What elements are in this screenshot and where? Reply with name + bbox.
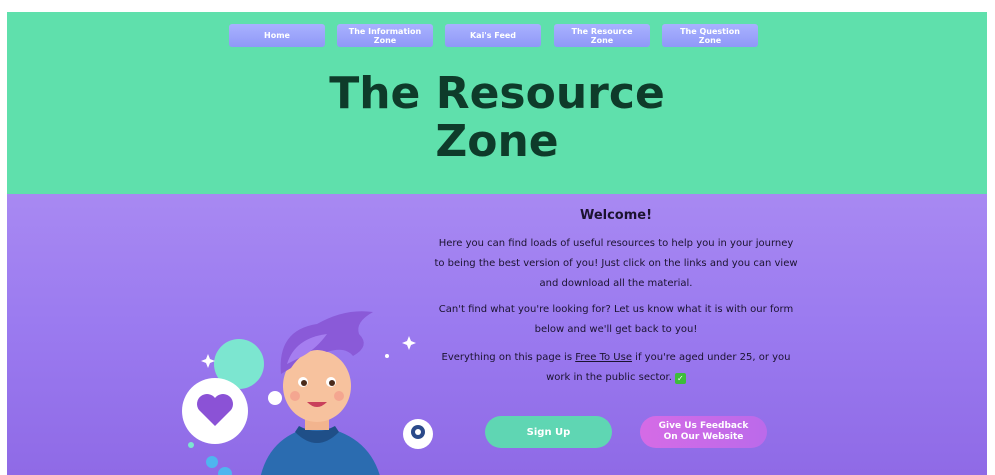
character-illustration (182, 311, 433, 475)
form-paragraph: Can't find what you're looking for? Let … (438, 304, 794, 335)
page-title: The Resource Zone (329, 68, 665, 167)
nav-resource-zone[interactable]: The Resource Zone (554, 24, 650, 47)
page: Home The Information Zone Kai's Feed The… (7, 12, 987, 475)
welcome-heading: Welcome! (579, 208, 653, 223)
feedback-button[interactable]: Give Us Feedback On Our Website (640, 416, 767, 448)
nav-information-zone[interactable]: The Information Zone (337, 24, 433, 47)
free-text-before: Everything on this page is (441, 352, 576, 363)
nav-question-zone[interactable]: The Question Zone (662, 24, 758, 47)
content-section: Welcome! Here you can find loads of usef… (7, 194, 987, 475)
sign-up-button[interactable]: Sign Up (485, 416, 612, 448)
free-to-use-link[interactable]: Free To Use (575, 352, 632, 363)
intro-paragraph: Here you can find loads of useful resour… (434, 238, 798, 289)
check-icon: ✓ (674, 373, 686, 384)
hero-banner: Home The Information Zone Kai's Feed The… (7, 12, 987, 194)
nav-kais-feed[interactable]: Kai's Feed (445, 24, 541, 47)
free-to-use-paragraph: Everything on this page is Free To Use i… (433, 348, 799, 388)
nav-home[interactable]: Home (229, 24, 325, 47)
